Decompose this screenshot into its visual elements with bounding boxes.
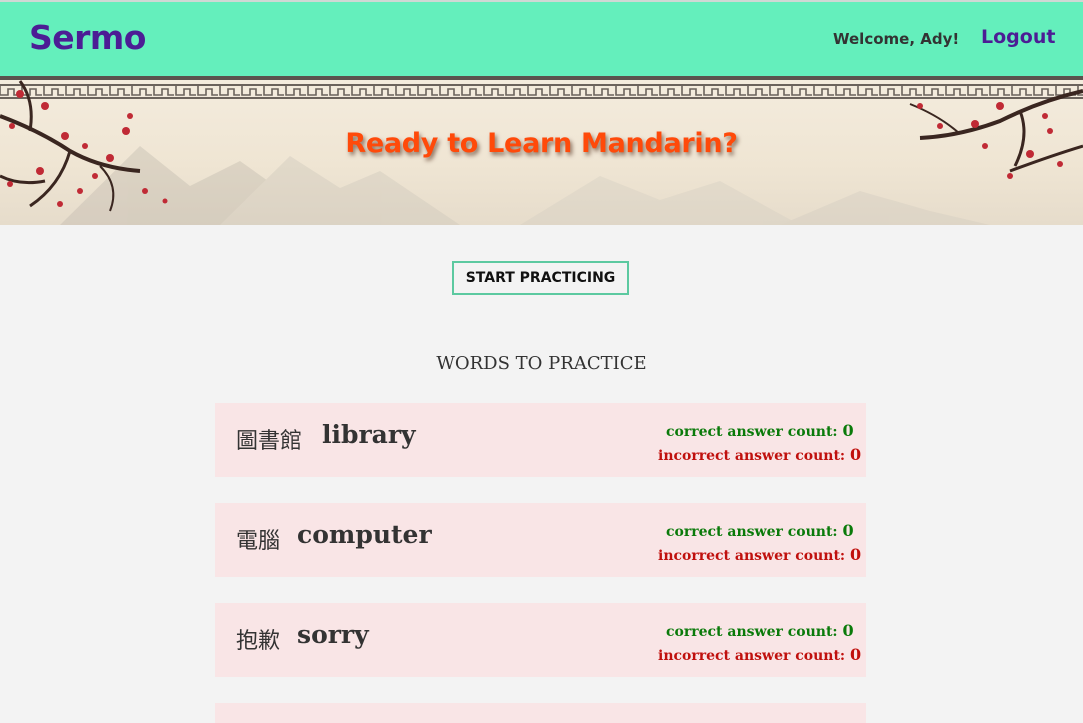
incorrect-label: incorrect answer count: xyxy=(658,548,846,564)
hero-banner: Ready to Learn Mandarin? xyxy=(0,76,1083,225)
incorrect-label: incorrect answer count: xyxy=(658,448,846,464)
word-hanzi: 抱歉 xyxy=(236,629,281,654)
fret-segment xyxy=(483,86,504,96)
fret-segment xyxy=(571,86,592,96)
correct-label: correct answer count: xyxy=(666,524,838,540)
fret-segment xyxy=(351,86,372,96)
fret-segment xyxy=(219,86,240,96)
correct-value: 0 xyxy=(842,521,854,540)
correct-label: correct answer count: xyxy=(666,624,838,640)
top-navbar: Sermo Welcome, Ady! Logout xyxy=(0,0,1083,76)
fret-segment xyxy=(505,86,526,96)
fret-segment xyxy=(879,86,900,96)
word-card[interactable]: 圖書館 library correct answer count: 0 inco… xyxy=(215,403,866,477)
incorrect-value: 0 xyxy=(849,545,862,564)
fret-segment xyxy=(307,86,328,96)
fret-segment xyxy=(549,86,570,96)
fret-segment xyxy=(395,86,416,96)
fret-segment xyxy=(835,86,856,96)
fret-segment xyxy=(43,86,64,96)
fret-segment xyxy=(967,86,988,96)
correct-count: correct answer count: 0 xyxy=(666,621,854,640)
fret-segment xyxy=(857,86,878,96)
incorrect-count: incorrect answer count: 0 xyxy=(658,545,861,564)
fret-segment xyxy=(659,86,680,96)
welcome-text: Welcome, Ady! xyxy=(833,30,960,48)
fret-segment xyxy=(901,86,922,96)
fret-segment xyxy=(1033,86,1054,96)
incorrect-label: incorrect answer count: xyxy=(658,648,846,664)
incorrect-count: incorrect answer count: 0 xyxy=(658,645,861,664)
fretwork-border-icon xyxy=(0,76,1083,99)
fret-segment xyxy=(373,86,394,96)
incorrect-count: incorrect answer count: 0 xyxy=(658,445,861,464)
word-hanzi: 圖書館 xyxy=(236,429,303,454)
fret-segment xyxy=(87,86,108,96)
fret-segment xyxy=(725,86,746,96)
fret-segment xyxy=(923,86,944,96)
incorrect-value: 0 xyxy=(849,445,862,464)
start-practicing-button[interactable]: START PRACTICING xyxy=(452,261,629,295)
brand-logo[interactable]: Sermo xyxy=(29,18,146,57)
banner-title: Ready to Learn Mandarin? xyxy=(345,128,738,159)
word-english: library xyxy=(322,420,416,449)
fret-segment xyxy=(703,86,724,96)
fret-segment xyxy=(197,86,218,96)
correct-label: correct answer count: xyxy=(666,424,838,440)
fret-segment xyxy=(813,86,834,96)
fret-segment xyxy=(153,86,174,96)
fret-segment xyxy=(769,86,790,96)
logout-link[interactable]: Logout xyxy=(981,26,1055,48)
correct-value: 0 xyxy=(842,421,854,440)
word-card[interactable]: 抱歉 sorry correct answer count: 0 incorre… xyxy=(215,603,866,677)
fret-segment xyxy=(109,86,130,96)
fret-segment xyxy=(329,86,350,96)
fret-segment xyxy=(263,86,284,96)
fret-segment xyxy=(175,86,196,96)
incorrect-value: 0 xyxy=(849,645,862,664)
fret-segment xyxy=(241,86,262,96)
fret-segment xyxy=(681,86,702,96)
fret-segment xyxy=(417,86,438,96)
word-english: computer xyxy=(297,520,432,549)
fret-segment xyxy=(285,86,306,96)
correct-count: correct answer count: 0 xyxy=(666,521,854,540)
fret-segment xyxy=(1011,86,1032,96)
fret-segment xyxy=(65,86,86,96)
correct-value: 0 xyxy=(842,621,854,640)
fret-segment xyxy=(527,86,548,96)
fret-segment xyxy=(637,86,658,96)
fret-segment xyxy=(131,86,152,96)
fret-segment xyxy=(989,86,1010,96)
word-english: sorry xyxy=(297,620,369,649)
fret-segment xyxy=(747,86,768,96)
correct-count: correct answer count: 0 xyxy=(666,421,854,440)
fret-segment xyxy=(593,86,614,96)
fret-segment xyxy=(461,86,482,96)
fret-segment xyxy=(615,86,636,96)
section-title: WORDS TO PRACTICE xyxy=(436,353,647,374)
word-hanzi: 電腦 xyxy=(236,529,281,554)
fret-segment xyxy=(945,86,966,96)
word-card-partial[interactable] xyxy=(215,703,866,723)
fret-segment xyxy=(439,86,460,96)
fret-segment xyxy=(791,86,812,96)
word-card[interactable]: 電腦 computer correct answer count: 0 inco… xyxy=(215,503,866,577)
